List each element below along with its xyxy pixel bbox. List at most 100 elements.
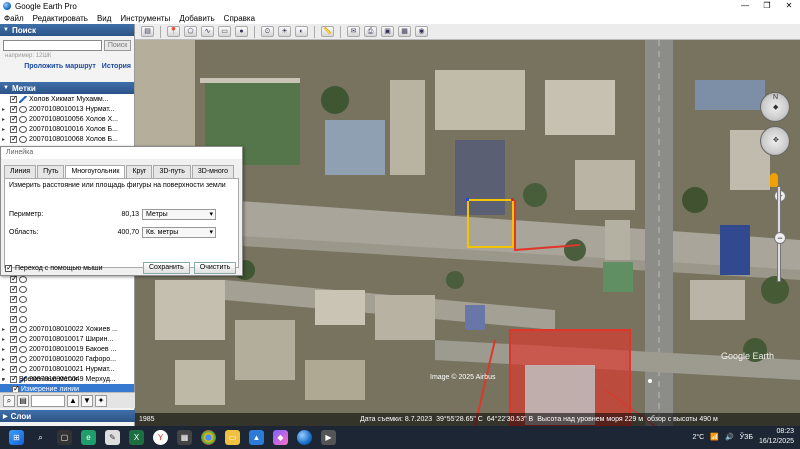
places-filter-input[interactable] [31,394,65,407]
minimize-button[interactable]: — [734,0,756,12]
expand-icon[interactable]: ▸ [2,126,10,133]
place-item[interactable]: ▸ 20070108010022 Хожиев ... [0,324,134,334]
menu-tools[interactable]: Инструменты [120,14,170,23]
area-unit-select[interactable]: Кв. метры [142,227,216,238]
menu-view[interactable]: Вид [97,14,111,23]
edge-icon[interactable]: e [81,430,96,445]
tab-polygon[interactable]: Многоугольник [65,165,126,178]
checkbox[interactable] [10,284,18,293]
checkbox[interactable] [10,94,18,103]
maps-icon[interactable]: ▦ [398,26,411,37]
checkbox[interactable] [10,304,18,313]
checkbox[interactable] [10,274,18,283]
email-icon[interactable]: ✉ [347,26,360,37]
place-item[interactable]: ▸ 20070108010068 Холов Б... [0,134,134,144]
task-view-icon[interactable]: ▢ [57,430,72,445]
checkbox[interactable] [10,334,18,343]
expand-icon[interactable]: ▸ [2,346,10,353]
clock[interactable]: 08:23 16/12/2025 [759,427,794,447]
search-button[interactable]: Поиск [104,40,131,51]
checkbox[interactable] [10,294,18,303]
expand-icon[interactable]: ▸ [2,106,10,113]
add-polygon-icon[interactable]: ⬠ [184,26,197,37]
close-button[interactable]: ✕ [778,0,800,12]
expand-icon[interactable]: ▸ [2,356,10,363]
maximize-button[interactable]: ❐ [756,0,778,12]
add-placemark-icon[interactable]: 📍 [167,26,180,37]
menu-edit[interactable]: Редактировать [33,14,88,23]
language-indicator[interactable]: ЎЗБ [740,434,753,441]
checkbox[interactable] [10,124,18,133]
menu-help[interactable]: Справка [224,14,255,23]
search-input[interactable] [3,40,103,51]
checkbox[interactable] [10,344,18,353]
menu-file[interactable]: Файл [4,14,24,23]
expand-icon[interactable]: ▸ [2,136,10,143]
tab-path[interactable]: Путь [37,165,65,178]
place-item[interactable]: ▸ 20070108010019 Бакоев ... [0,344,134,354]
save-button[interactable]: Сохранить [143,262,190,274]
sunlight-icon[interactable]: ☀ [278,26,291,37]
clear-button[interactable]: Очистить [193,262,237,274]
move-down-icon[interactable]: ▼ [81,394,93,407]
checkbox[interactable] [10,354,18,363]
file-explorer-icon[interactable]: ▭ [225,430,240,445]
tab-3d-path[interactable]: 3D-путь [153,165,191,178]
record-tour-icon[interactable]: ● [235,26,248,37]
expand-icon[interactable]: ▸ [2,116,10,123]
search-icon[interactable]: ⌕ [33,430,48,445]
google-earth-taskbar-icon[interactable] [297,430,312,445]
layers-panel-header[interactable]: ▶ Слои [0,410,135,422]
place-item[interactable]: ▸ 20070108010016 Холов Б... [0,124,134,134]
historical-imagery-icon[interactable]: ⏲ [261,26,274,37]
volume-icon[interactable]: 🔊 [725,433,734,441]
windows-start-icon[interactable]: ⊞ [9,430,24,445]
get-directions-link[interactable]: Проложить маршрут [24,63,96,70]
calculator-icon[interactable]: ▦ [177,430,192,445]
perimeter-unit-select[interactable]: Метры [142,209,216,220]
place-item[interactable]: Холов Хикмат Мухамм... [0,94,134,104]
temporary-places-folder[interactable]: ▾ Временные метки [0,374,134,384]
checkbox[interactable] [10,324,18,333]
expand-icon[interactable]: ▸ [2,336,10,343]
checkbox[interactable] [10,374,18,383]
save-image-icon[interactable]: ▣ [381,26,394,37]
look-joystick-icon[interactable]: ✥ [760,126,790,156]
media-player-icon[interactable]: ▶ [321,430,336,445]
yandex-browser-icon[interactable]: Y [153,430,168,445]
sidebar-toggle-icon[interactable]: ▤ [141,26,154,37]
place-item[interactable]: ▸ 20070108010013 Нурмат... [0,104,134,114]
place-item[interactable] [0,294,134,304]
copilot-icon[interactable]: ◆ [273,430,288,445]
place-item[interactable] [0,314,134,324]
tab-circle[interactable]: Круг [126,165,153,178]
compass-icon[interactable]: N ◆ [760,92,790,122]
paint-icon[interactable]: ✎ [105,430,120,445]
print-icon[interactable]: ⎙ [364,26,377,37]
tab-3d-polygon[interactable]: 3D-много [191,165,235,178]
expand-icon[interactable]: ▾ [2,376,10,383]
zoom-out-button[interactable]: − [774,232,786,244]
photos-icon[interactable]: ▲ [249,430,264,445]
history-link[interactable]: История [102,63,131,70]
earth-gallery-icon[interactable]: ◉ [415,26,428,37]
panel-toggle-icon[interactable]: ▤ [17,394,29,407]
search-panel-header[interactable]: ▼ Поиск [0,24,134,36]
place-item[interactable]: ▸ 20070108010056 Холов Х... [0,114,134,124]
checkbox[interactable] [10,364,18,373]
expand-icon[interactable]: ▸ [2,366,10,373]
place-item[interactable]: ▸ 20070108010017 Ширин... [0,334,134,344]
checkbox[interactable] [10,104,18,113]
expand-icon[interactable]: ▸ [2,326,10,333]
search-places-icon[interactable]: ⌕ [3,394,15,407]
tab-line[interactable]: Линия [4,165,37,178]
place-item[interactable]: ▸ 20070108010021 Нурмат... [0,364,134,374]
mouse-navigation-checkbox[interactable] [5,263,13,272]
street-view-pegman-icon[interactable] [770,173,778,187]
chrome-icon[interactable] [201,430,216,445]
place-item[interactable]: ▸ 20070108010020 Гафоро... [0,354,134,364]
move-up-icon[interactable]: ▲ [67,394,79,407]
places-panel-header[interactable]: ▼ Метки [0,82,134,94]
place-item[interactable] [0,304,134,314]
ruler-icon[interactable]: 📏 [321,26,334,37]
